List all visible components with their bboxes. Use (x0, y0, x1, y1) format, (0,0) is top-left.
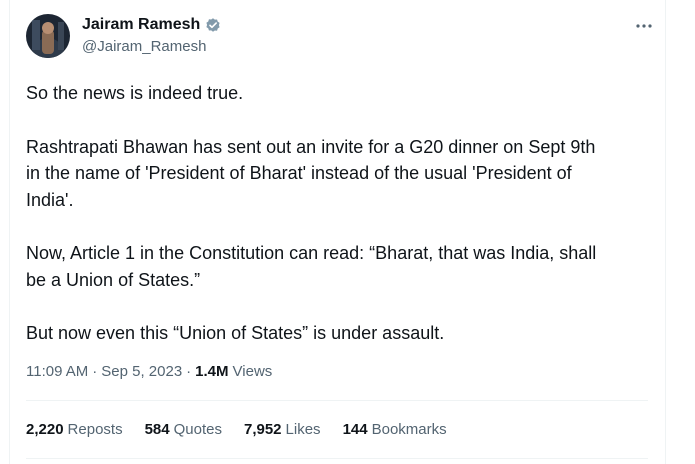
meta-separator: · (186, 363, 192, 380)
divider (26, 458, 648, 459)
tweet-header: Jairam Ramesh @Jairam_Ramesh (26, 14, 656, 62)
likes-stat[interactable]: 7,952 Likes (244, 421, 321, 438)
tweet-paragraph-4: But now even this “Union of States” is u… (26, 323, 445, 343)
reposts-label: Reposts (67, 421, 123, 438)
left-border (9, 0, 10, 464)
quotes-label: Quotes (173, 421, 222, 438)
avatar[interactable] (26, 14, 70, 58)
bookmarks-count: 144 (342, 421, 368, 438)
divider (26, 400, 648, 401)
tweet-paragraph-2: Rashtrapati Bhawan has sent out an invit… (26, 136, 596, 210)
tweet-card: Jairam Ramesh @Jairam_Ramesh So the news… (0, 0, 695, 464)
likes-count: 7,952 (243, 421, 282, 438)
tweet-meta: 11:09 AM · Sep 5, 2023 · 1.4M Views (26, 363, 272, 380)
tweet-time[interactable]: 11:09 AM (26, 363, 88, 380)
author-name[interactable]: Jairam Ramesh (82, 16, 200, 34)
right-border (665, 0, 666, 464)
reposts-count: 2,220 (26, 421, 64, 438)
author-handle[interactable]: @Jairam_Ramesh (82, 38, 206, 55)
tweet-text: So the news is indeed true. Rashtrapati … (26, 80, 646, 374)
views-label: Views (232, 363, 273, 380)
likes-label: Likes (285, 421, 321, 438)
verified-badge-icon (204, 16, 222, 34)
tweet-paragraph-3: Now, Article 1 in the Constitution can r… (26, 243, 597, 290)
bookmarks-label: Bookmarks (371, 421, 447, 438)
reposts-stat[interactable]: 2,220 Reposts (26, 421, 123, 438)
bookmarks-stat[interactable]: 144 Bookmarks (343, 421, 447, 438)
author-name-row: Jairam Ramesh (82, 16, 222, 34)
quotes-stat[interactable]: 584 Quotes (145, 421, 222, 438)
quotes-count: 584 (144, 421, 170, 438)
views-count: 1.4M (195, 363, 229, 380)
engagement-stats: 2,220 Reposts 584 Quotes 7,952 Likes 144… (26, 421, 469, 438)
more-horizontal-icon[interactable] (632, 16, 656, 36)
tweet-paragraph-1: So the news is indeed true. (26, 83, 244, 103)
meta-separator: · (92, 363, 98, 380)
tweet-date[interactable]: Sep 5, 2023 (101, 363, 182, 380)
